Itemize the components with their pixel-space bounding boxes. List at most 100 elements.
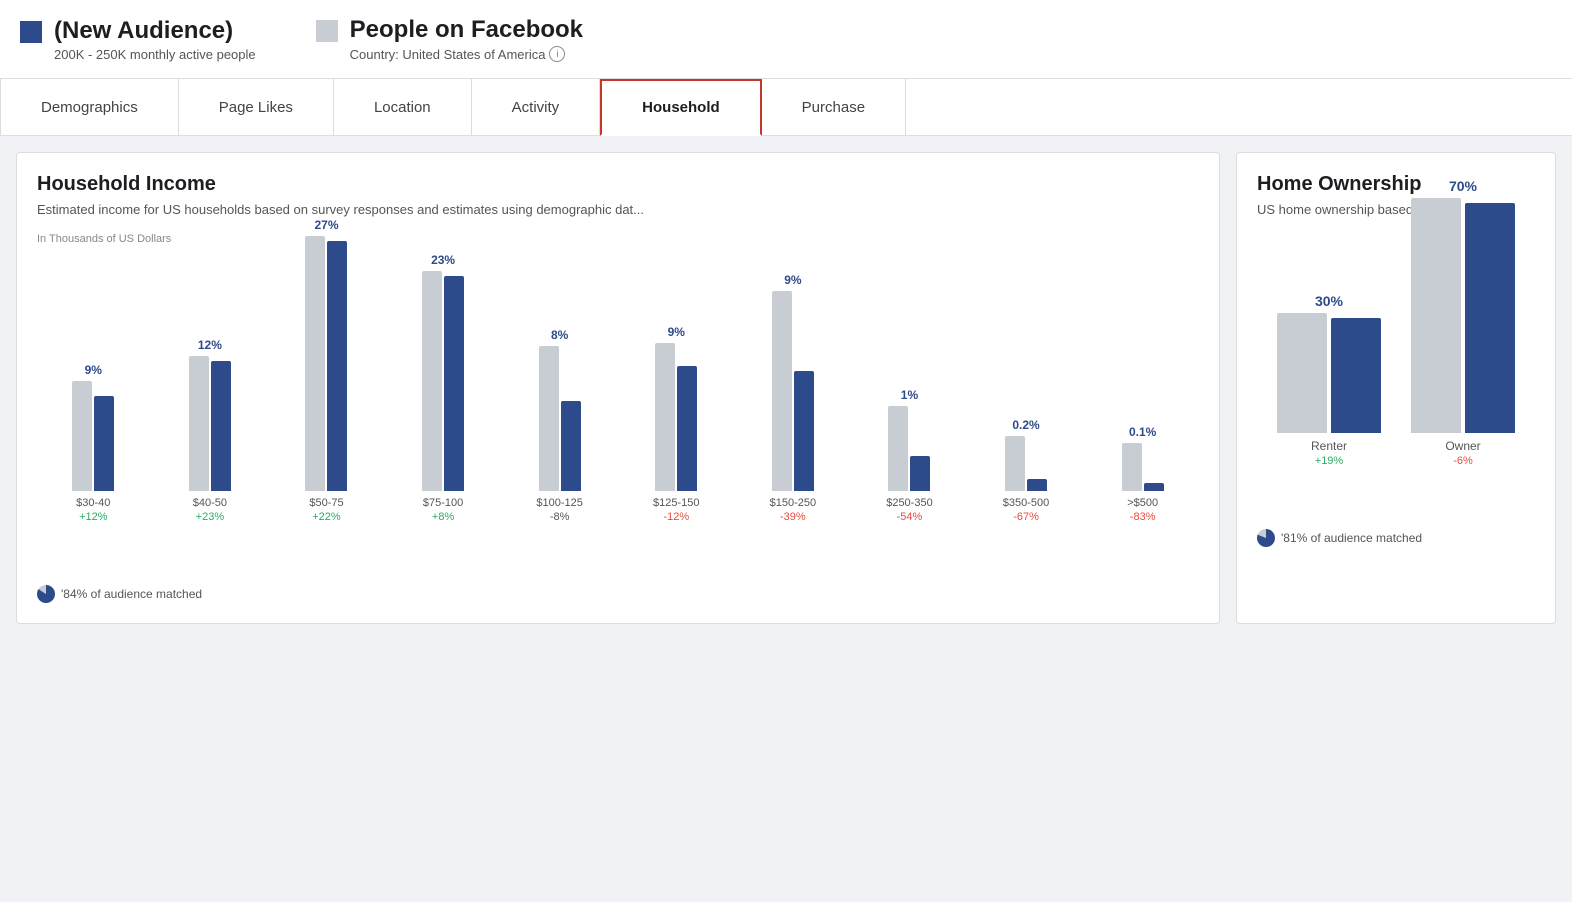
pie-chart-icon-small [1257,529,1275,547]
bar-group: 9%$125-150-12% [620,253,733,523]
facebook-subtitle: Country: United States of America i [350,46,583,62]
bar-wrapper [270,236,383,491]
bar-group: 9% $30-40 +12% [37,253,150,523]
ownership-bar-background [1277,313,1327,433]
household-income-card: Household Income Estimated income for US… [16,152,1220,624]
ownership-bar-foreground [1331,318,1381,433]
bar-range-label: $100-125 [536,497,583,509]
bar-background [1005,436,1025,491]
bar-wrapper [970,436,1083,491]
bar-background [539,346,559,491]
bar-background [888,406,908,491]
bar-wrapper [37,381,150,491]
bar-wrapper [387,271,500,491]
bar-percentage: 8% [551,328,568,342]
ownership-diff-label: +19% [1315,455,1343,467]
bar-group: 12%$40-50+23% [154,253,267,523]
ownership-percentage: 70% [1449,178,1477,194]
bar-diff-label: -83% [1130,511,1156,523]
facebook-title: People on Facebook [350,16,583,44]
bar-group: 0.2% $350-500 -67% [970,253,1083,523]
axis-label: In Thousands of US Dollars [37,233,1199,245]
household-income-chart: 9%$30-40+12%12%$40-50+23%27%$50-75+22%23… [37,253,1199,573]
bar-range-label: $50-75 [309,497,343,509]
bar-percentage: 1% [901,388,918,402]
bar-diff-label: +23% [196,511,224,523]
bar-percentage: 9% [85,363,102,377]
bar-foreground [561,401,581,491]
bar-percentage: 27% [314,218,338,232]
ownership-bar-group: 30% Renter +19% [1277,237,1381,467]
bar-wrapper [1086,443,1199,491]
bar-range-label: >$500 [1127,497,1158,509]
tab-location[interactable]: Location [334,79,472,135]
bar-background [772,291,792,491]
bar-foreground [1144,483,1164,491]
ownership-bar-wrapper [1277,313,1381,433]
header: (New Audience) 200K - 250K monthly activ… [0,0,1572,79]
bar-range-label: $75-100 [423,497,463,509]
bar-foreground [327,241,347,491]
audience-subtitle: 200K - 250K monthly active people [54,47,256,62]
bar-background [72,381,92,491]
bar-foreground [677,366,697,491]
bar-foreground [1027,479,1047,491]
bar-wrapper [737,291,850,491]
bar-background [422,271,442,491]
ownership-range-label: Owner [1445,439,1480,453]
bar-background [1122,443,1142,491]
bar-diff-label: +22% [312,511,340,523]
bar-range-label: $125-150 [653,497,700,509]
home-ownership-chart: 30% Renter +19% 70%Owner-6% [1257,237,1535,517]
ownership-bar-foreground [1465,203,1515,433]
tab-demographics[interactable]: Demographics [0,79,179,135]
bar-diff-label: -54% [897,511,923,523]
bar-range-label: $30-40 [76,497,110,509]
bar-wrapper [503,346,616,491]
tab-activity[interactable]: Activity [472,79,601,135]
bar-range-label: $40-50 [193,497,227,509]
tab-household[interactable]: Household [600,79,762,136]
bar-diff-label: +8% [432,511,454,523]
ownership-range-label: Renter [1311,439,1347,453]
facebook-block: People on Facebook Country: United State… [316,16,583,62]
bar-percentage: 0.2% [1012,418,1039,432]
bar-diff-label: -8% [550,511,570,523]
bar-background [189,356,209,491]
bar-group: 9% $150-250 -39% [737,253,850,523]
pie-chart-icon [37,585,55,603]
bar-diff-label: -67% [1013,511,1039,523]
tab-page-likes[interactable]: Page Likes [179,79,334,135]
bar-foreground [910,456,930,491]
bar-range-label: $150-250 [770,497,817,509]
home-ownership-title: Home Ownership [1257,173,1535,196]
bar-range-label: $250-350 [886,497,933,509]
income-footer: '84% of audience matched [37,585,1199,603]
ownership-percentage: 30% [1315,293,1343,309]
facebook-color-icon [316,20,338,42]
bar-wrapper [154,356,267,491]
bar-diff-label: +12% [79,511,107,523]
audience-title: (New Audience) [54,17,256,45]
bar-group: 27%$50-75+22% [270,253,383,523]
bar-group: 8% $100-125 -8% [503,253,616,523]
bar-percentage: 9% [668,325,685,339]
ownership-bar-group: 70%Owner-6% [1411,237,1515,467]
bar-range-label: $350-500 [1003,497,1050,509]
tab-bar: Demographics Page Likes Location Activit… [0,79,1572,136]
audience-block: (New Audience) 200K - 250K monthly activ… [20,17,256,62]
info-icon[interactable]: i [549,46,565,62]
tab-purchase[interactable]: Purchase [762,79,906,135]
bar-foreground [444,276,464,491]
bar-wrapper [620,343,733,491]
bar-percentage: 23% [431,253,455,267]
bar-foreground [794,371,814,491]
bar-percentage: 9% [784,273,801,287]
bar-group: 23% $75-100 +8% [387,253,500,523]
bar-wrapper [853,406,966,491]
audience-color-icon [20,21,42,43]
household-income-subtitle: Estimated income for US households based… [37,202,1199,217]
ownership-footer: '81% of audience matched [1257,529,1535,547]
bar-diff-label: -39% [780,511,806,523]
content-area: Household Income Estimated income for US… [0,136,1572,640]
